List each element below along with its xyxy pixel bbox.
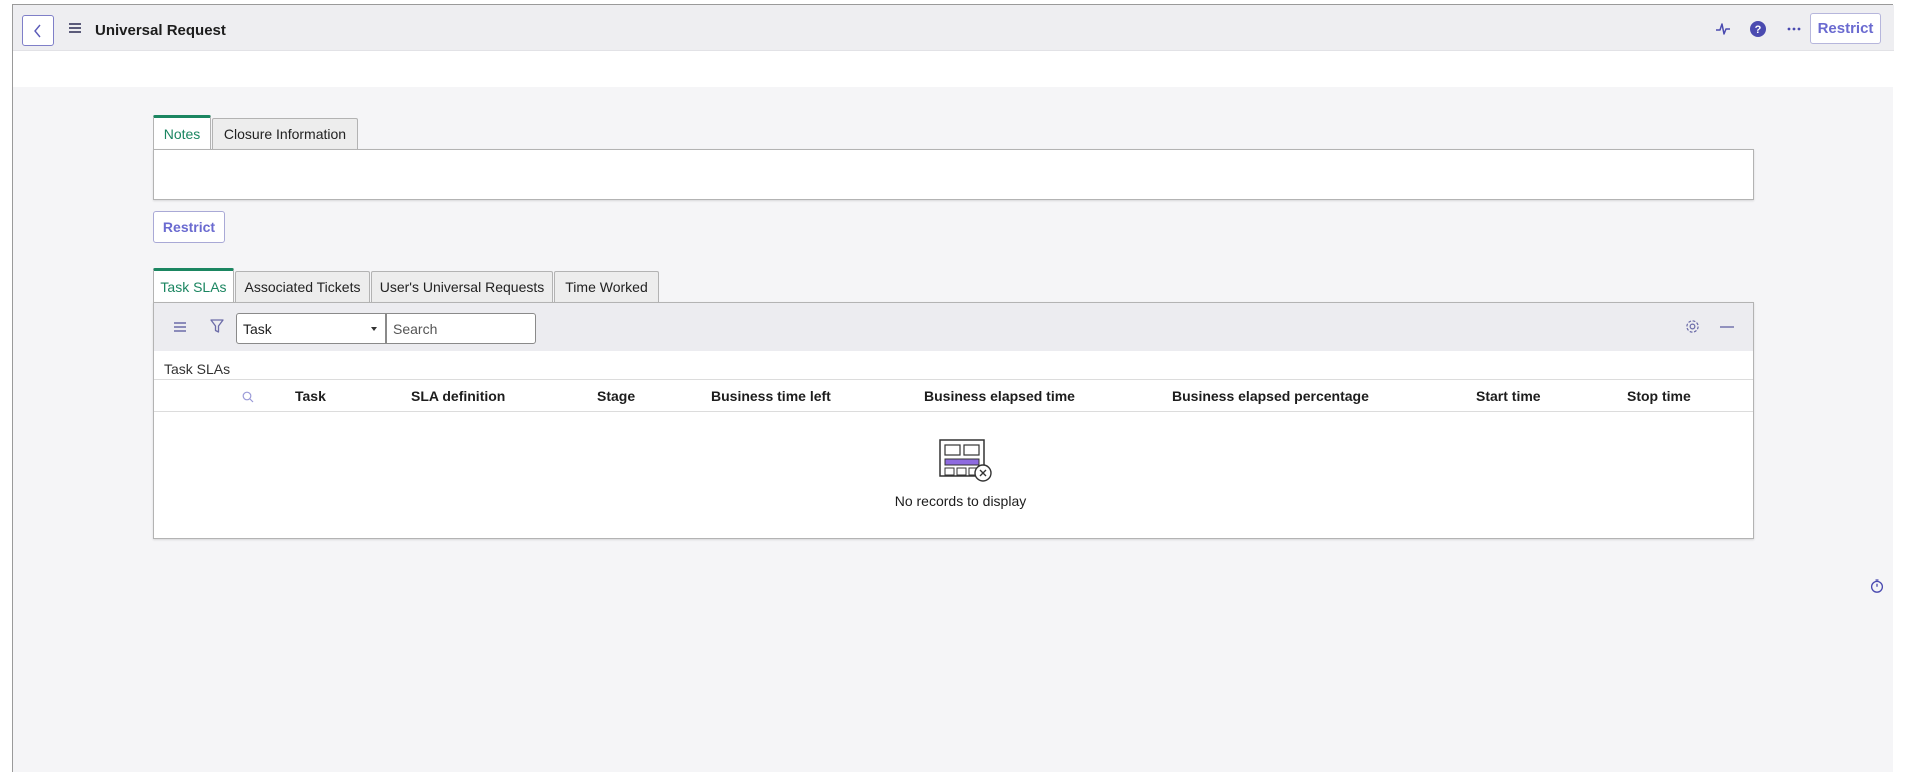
tab-users-universal-requests[interactable]: User's Universal Requests bbox=[371, 271, 553, 302]
column-header-stage[interactable]: Stage bbox=[597, 388, 635, 404]
menu-icon[interactable] bbox=[69, 23, 81, 33]
form-header: Universal Request ? Restrict bbox=[13, 5, 1894, 51]
tab-associated-tickets[interactable]: Associated Tickets bbox=[235, 271, 370, 302]
filter-icon[interactable] bbox=[210, 319, 224, 334]
list-toolbar: Task bbox=[154, 303, 1753, 351]
search-field-value: Task bbox=[243, 320, 272, 337]
collapse-icon[interactable] bbox=[1720, 326, 1734, 328]
restrict-button[interactable]: Restrict bbox=[153, 211, 225, 243]
timer-icon[interactable] bbox=[1870, 579, 1884, 598]
list-caption: Task SLAs bbox=[164, 361, 231, 377]
column-header-business-elapsed-percentage[interactable]: Business elapsed percentage bbox=[1172, 388, 1369, 404]
column-header-business-time-left[interactable]: Business time left bbox=[711, 388, 831, 404]
chevron-down-icon bbox=[371, 327, 377, 331]
notes-panel bbox=[153, 149, 1754, 200]
column-header-task[interactable]: Task bbox=[295, 388, 326, 404]
column-header-start-time[interactable]: Start time bbox=[1476, 388, 1541, 404]
more-icon[interactable] bbox=[1786, 21, 1802, 37]
help-icon[interactable]: ? bbox=[1750, 21, 1766, 37]
tab-closure-information[interactable]: Closure Information bbox=[212, 118, 358, 149]
tab-notes[interactable]: Notes bbox=[153, 115, 211, 149]
back-button[interactable] bbox=[22, 15, 54, 46]
app-frame: Universal Request ? Restrict Notes Closu… bbox=[12, 4, 1894, 772]
chevron-left-icon bbox=[34, 24, 41, 37]
empty-message: No records to display bbox=[894, 493, 1027, 509]
list-menu-icon[interactable] bbox=[174, 322, 186, 332]
tab-task-slas[interactable]: Task SLAs bbox=[153, 268, 234, 302]
column-header-stop-time[interactable]: Stop time bbox=[1627, 388, 1691, 404]
column-header-sla-definition[interactable]: SLA definition bbox=[411, 388, 505, 404]
column-header-row: Task SLA definition Stage Business time … bbox=[154, 379, 1753, 412]
gear-icon[interactable] bbox=[1685, 319, 1700, 334]
header-spacer bbox=[13, 51, 1894, 87]
svg-text:?: ? bbox=[1755, 24, 1762, 36]
restrict-header-button[interactable]: Restrict bbox=[1810, 13, 1881, 44]
column-search-icon[interactable] bbox=[242, 390, 254, 408]
task-slas-list: Task Task SLAs Task SLA definition Stage… bbox=[153, 302, 1754, 539]
page-title: Universal Request bbox=[95, 22, 226, 39]
column-header-business-elapsed-time[interactable]: Business elapsed time bbox=[924, 388, 1075, 404]
search-field-select[interactable]: Task bbox=[236, 313, 386, 344]
search-input[interactable] bbox=[386, 313, 536, 344]
activity-icon[interactable] bbox=[1715, 21, 1731, 37]
no-records-icon bbox=[939, 439, 992, 482]
tab-time-worked[interactable]: Time Worked bbox=[554, 271, 659, 302]
empty-state: No records to display bbox=[154, 412, 1753, 540]
